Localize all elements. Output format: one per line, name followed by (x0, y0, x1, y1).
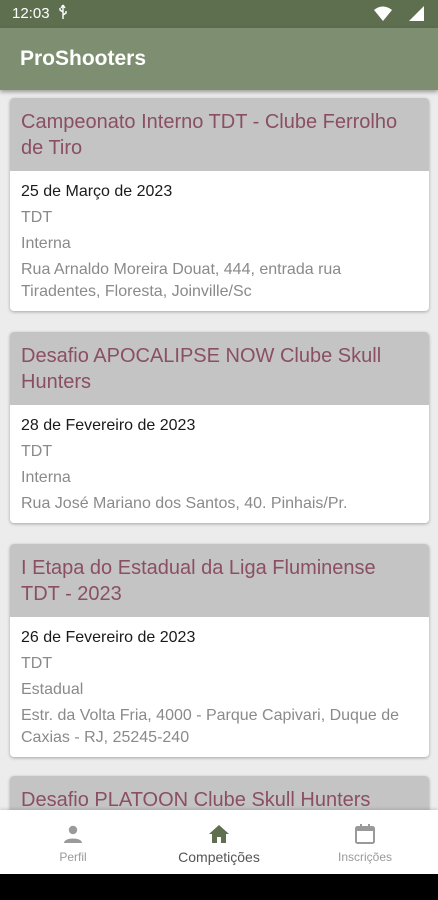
nav-perfil[interactable]: Perfil (0, 810, 146, 874)
nav-competicoes-label: Competições (178, 849, 260, 865)
status-time: 12:03 (12, 5, 50, 22)
person-icon (64, 825, 82, 843)
nav-competicoes[interactable]: Competições (146, 810, 292, 874)
competition-date: 28 de Fevereiro de 2023 (21, 417, 196, 434)
competition-title: Desafio PLATOON Clube Skull Hunters (10, 776, 429, 810)
competition-address: Rua José Mariano dos Santos, 40. Pinhais… (21, 495, 348, 512)
competition-type: Interna (21, 469, 71, 486)
competition-address: Estr. da Volta Fria, 4000 - Parque Capiv… (21, 707, 399, 746)
home-icon (209, 825, 229, 843)
signal-icon (409, 6, 424, 25)
competition-card[interactable]: Desafio PLATOON Clube Skull Hunters (10, 776, 429, 810)
competition-modality: TDT (21, 655, 53, 672)
competition-modality: TDT (21, 209, 53, 226)
nav-inscricoes[interactable]: Inscrições (292, 810, 438, 874)
competition-card[interactable]: Desafio APOCALIPSE NOW Clube Skull Hunte… (10, 332, 429, 523)
competition-date: 26 de Fevereiro de 2023 (21, 629, 196, 646)
competition-address: Rua Arnaldo Moreira Douat, 444, entrada … (21, 261, 342, 300)
competition-card[interactable]: Campeonato Interno TDT - Clube Ferrolho … (10, 98, 429, 311)
wifi-icon (374, 6, 392, 25)
app-title: ProShooters (20, 47, 147, 70)
competition-card[interactable]: I Etapa do Estadual da Liga Fluminense T… (10, 544, 429, 757)
competition-title: Campeonato Interno TDT - Clube Ferrolho … (10, 98, 429, 171)
competition-list[interactable]: Campeonato Interno TDT - Clube Ferrolho … (0, 90, 438, 810)
bottom-navigation: Perfil Competições Inscrições (0, 810, 438, 874)
competition-title: Desafio APOCALIPSE NOW Clube Skull Hunte… (10, 332, 429, 405)
system-nav-bar (0, 874, 438, 900)
nav-inscricoes-label: Inscrições (337, 850, 393, 864)
calendar-icon (355, 824, 375, 844)
status-bar: 12:03 (0, 0, 438, 28)
app-bar: ProShooters (0, 28, 438, 90)
competition-type: Interna (21, 235, 71, 252)
competition-title: I Etapa do Estadual da Liga Fluminense T… (10, 544, 429, 617)
competition-date: 25 de Março de 2023 (21, 183, 173, 200)
usb-icon (58, 4, 68, 23)
nav-perfil-label: Perfil (59, 850, 87, 864)
competition-modality: TDT (21, 443, 53, 460)
competition-type: Estadual (21, 681, 84, 698)
